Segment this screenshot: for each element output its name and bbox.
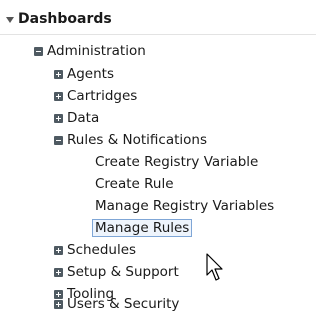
minus-box-icon[interactable]	[54, 135, 63, 145]
tree-node-users-security[interactable]: Users & Security	[54, 295, 179, 313]
tree-leaf-manage-rules[interactable]: Manage Rules	[92, 219, 193, 237]
tree-label-schedules[interactable]: Schedules	[67, 242, 136, 258]
tree-node-schedules[interactable]: Schedules	[54, 241, 136, 259]
dashboards-header[interactable]: Dashboards	[6, 9, 112, 29]
tree-label-users-security[interactable]: Users & Security	[67, 296, 179, 312]
tree-label-administration[interactable]: Administration	[47, 43, 146, 59]
tree-node-administration[interactable]: Administration	[34, 42, 146, 60]
leaf-link-create-registry-variable[interactable]: Create Registry Variable	[95, 154, 258, 170]
minus-box-icon[interactable]	[34, 46, 43, 56]
tree-label-agents[interactable]: Agents	[67, 66, 114, 82]
panel-title: Dashboards	[18, 11, 112, 27]
tree-label-data[interactable]: Data	[67, 110, 99, 126]
tree-node-data[interactable]: Data	[54, 109, 99, 127]
plus-box-icon[interactable]	[54, 113, 63, 123]
tree-label-rules-notifications[interactable]: Rules & Notifications	[67, 132, 207, 148]
plus-box-icon[interactable]	[54, 267, 63, 277]
tree-label-setup-support[interactable]: Setup & Support	[67, 264, 179, 280]
tree-label-cartridges[interactable]: Cartridges	[67, 88, 137, 104]
plus-box-icon[interactable]	[54, 91, 63, 101]
plus-box-icon[interactable]	[54, 69, 63, 79]
leaf-link-manage-rules[interactable]: Manage Rules	[92, 219, 193, 237]
triangle-down-icon[interactable]	[6, 16, 14, 23]
tree-leaf-create-registry-variable[interactable]: Create Registry Variable	[95, 153, 258, 171]
tree-node-agents[interactable]: Agents	[54, 65, 114, 83]
tree-leaf-manage-registry-variables[interactable]: Manage Registry Variables	[95, 197, 274, 215]
leaf-link-create-rule[interactable]: Create Rule	[95, 176, 174, 192]
header-divider	[0, 34, 316, 35]
tree-node-setup-support[interactable]: Setup & Support	[54, 263, 179, 281]
mouse-pointer-icon	[206, 253, 223, 281]
tree-node-cartridges[interactable]: Cartridges	[54, 87, 137, 105]
tree-node-rules-notifications[interactable]: Rules & Notifications	[54, 131, 207, 149]
plus-box-icon[interactable]	[54, 245, 63, 255]
plus-box-icon[interactable]	[54, 299, 63, 309]
dashboards-panel: Dashboards Administration Agents Cartrid…	[0, 0, 316, 313]
tree-leaf-create-rule[interactable]: Create Rule	[95, 175, 174, 193]
leaf-link-manage-registry-variables[interactable]: Manage Registry Variables	[95, 198, 274, 214]
